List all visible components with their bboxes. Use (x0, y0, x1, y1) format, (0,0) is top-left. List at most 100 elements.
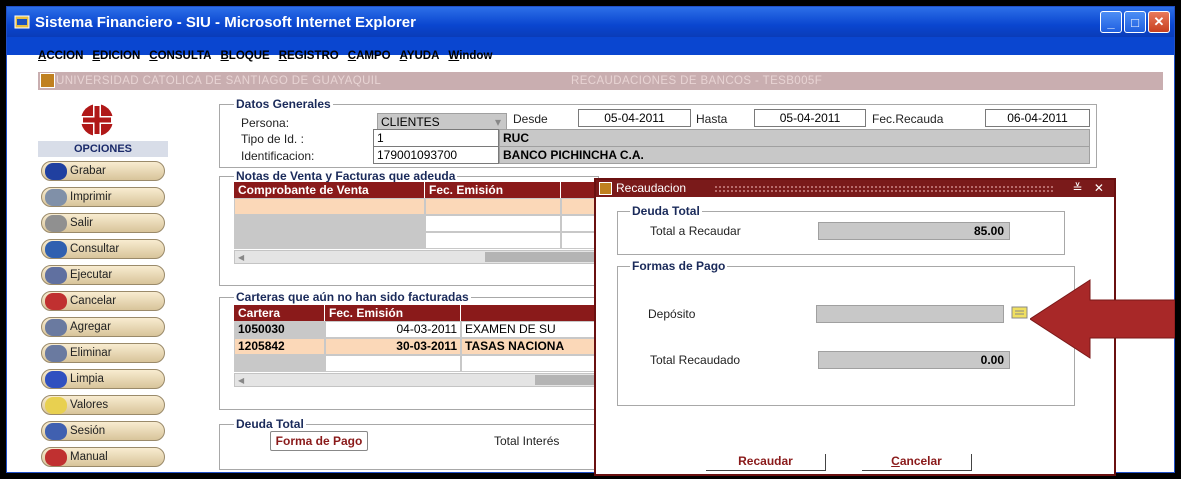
scroll-thumb[interactable] (535, 375, 596, 385)
total-recaudado-label: Total Recaudado (650, 353, 741, 367)
notas-hscrollbar[interactable]: ◀ (234, 250, 597, 264)
desde-label: Desde (513, 112, 548, 126)
ejecutar-button[interactable]: Ejecutar (41, 265, 165, 285)
window-titlebar[interactable]: Sistema Financiero - SIU - Microsoft Int… (7, 7, 1174, 37)
app-icon (14, 15, 30, 29)
manual-icon (45, 449, 67, 466)
menu-bloque[interactable]: BLOQUE (220, 50, 269, 68)
datos-generales-title: Datos Generales (234, 97, 333, 111)
options-title: OPCIONES (38, 141, 168, 157)
carteras-hscrollbar[interactable]: ◀ (234, 373, 597, 387)
menu-campo[interactable]: CAMPO (348, 50, 391, 68)
imprimir-button[interactable]: Imprimir (41, 187, 165, 207)
form-icon (40, 73, 55, 88)
fecrecauda-field[interactable]: 06-04-2011 (985, 109, 1090, 127)
notas-col-extra (561, 182, 597, 199)
identificacion-name: BANCO PICHINCHA C.A. (499, 146, 1090, 164)
agregar-button[interactable]: Agregar (41, 317, 165, 337)
tipo-id-label: Tipo de Id. : (241, 132, 304, 146)
deposito-label: Depósito (648, 307, 696, 321)
deuda-total-title: Deuda Total (234, 417, 306, 431)
university-logo (80, 103, 114, 137)
scroll-left-icon[interactable]: ◀ (238, 253, 244, 262)
tipo-id-desc: RUC (499, 129, 1090, 147)
deposito-field[interactable] (816, 305, 1004, 323)
limpia-button[interactable]: Limpia (41, 369, 165, 389)
notas-cell[interactable] (234, 232, 425, 249)
menu-registro[interactable]: REGISTRO (279, 50, 339, 68)
menu-consulta[interactable]: CONSULTA (149, 50, 211, 68)
cancelar-button[interactable]: Cancelar (41, 291, 165, 311)
form-title-bar: UNIVERSIDAD CATOLICA DE SANTIAGO DE GUAY… (38, 72, 1163, 90)
clear-icon (45, 371, 67, 388)
recaudar-button[interactable]: Recaudar (706, 454, 826, 471)
desde-field[interactable]: 05-04-2011 (578, 109, 691, 127)
sesion-button[interactable]: Sesión (41, 421, 165, 441)
dialog-titlebar[interactable]: Recaudacion ≚ ✕ (596, 180, 1114, 197)
dialog-deuda-title: Deuda Total (630, 204, 702, 218)
forma-de-pago-button[interactable]: Forma de Pago (270, 431, 368, 451)
manual-button[interactable]: Manual (41, 447, 165, 467)
fecrecauda-label: Fec.Recauda (872, 112, 944, 126)
add-icon (45, 319, 67, 336)
chevron-down-icon: ▾ (494, 115, 501, 129)
menu-ayuda[interactable]: AYUDA (400, 50, 440, 68)
query-icon (45, 241, 67, 258)
menu-accion[interactable]: ACCION (38, 50, 83, 68)
identificacion-label: Identificacion: (241, 149, 315, 163)
table-cell-desc[interactable]: EXAMEN DE SU (461, 321, 597, 338)
cancel-icon (45, 293, 67, 310)
carteras-col-fecha: Fec. Emisión (325, 305, 460, 322)
options-sidebar: OPCIONES Grabar Imprimir Salir Consultar… (38, 92, 168, 467)
total-recaudado-field: 0.00 (818, 351, 1010, 369)
scroll-thumb[interactable] (485, 252, 596, 262)
formas-pago-group (617, 266, 1075, 406)
hasta-field[interactable]: 05-04-2011 (754, 109, 866, 127)
notas-cell[interactable] (425, 232, 561, 249)
dialog-controls-icon[interactable]: ≚ ✕ (1073, 180, 1108, 197)
salir-button[interactable]: Salir (41, 213, 165, 233)
close-button[interactable]: ✕ (1148, 11, 1170, 33)
notas-cell[interactable] (234, 198, 425, 215)
eliminar-button[interactable]: Eliminar (41, 343, 165, 363)
tipo-id-field[interactable]: 1 (373, 129, 499, 147)
notepad-icon[interactable] (1011, 305, 1029, 320)
notas-cell[interactable] (561, 215, 597, 232)
consultar-button[interactable]: Consultar (41, 239, 165, 259)
menu-edicion[interactable]: EDICION (92, 50, 140, 68)
formas-pago-title: Formas de Pago (630, 259, 728, 273)
annotation-arrow-icon (1030, 279, 1175, 359)
table-cell[interactable] (234, 355, 325, 372)
valores-button[interactable]: Valores (41, 395, 165, 415)
notas-col-comprobante: Comprobante de Venta (234, 182, 424, 199)
notas-cell[interactable] (425, 215, 561, 232)
window-title: Sistema Financiero - SIU - Microsoft Int… (35, 13, 416, 31)
grabar-button[interactable]: Grabar (41, 161, 165, 181)
dialog-icon (599, 182, 612, 195)
table-cell-cartera[interactable]: 1050030 (234, 321, 325, 338)
dialog-title: Recaudacion (616, 181, 687, 195)
table-cell[interactable] (325, 355, 461, 372)
table-cell-desc[interactable]: TASAS NACIONA (461, 338, 597, 355)
cancelar-dialog-button[interactable]: Cancelar (862, 454, 972, 471)
scroll-left-icon[interactable]: ◀ (238, 376, 244, 385)
table-cell-fecha[interactable]: 30-03-2011 (325, 338, 461, 355)
table-cell[interactable] (461, 355, 597, 372)
minimize-button[interactable]: _ (1100, 11, 1122, 33)
table-cell-cartera[interactable]: 1205842 (234, 338, 325, 355)
table-cell-fecha[interactable]: 04-03-2011 (325, 321, 461, 338)
notas-cell[interactable] (425, 198, 561, 215)
persona-label: Persona: (241, 116, 290, 130)
titlebar-grip (714, 185, 1054, 192)
identificacion-field[interactable]: 179001093700 (373, 146, 499, 164)
execute-icon (45, 267, 67, 284)
maximize-button[interactable]: □ (1124, 11, 1146, 33)
exit-icon (45, 215, 67, 232)
notas-cell[interactable] (234, 215, 425, 232)
notas-cell[interactable] (561, 198, 597, 215)
hasta-label: Hasta (696, 112, 728, 126)
notas-cell[interactable] (561, 232, 597, 249)
menu-window[interactable]: Window (448, 50, 492, 68)
menu-bar: ACCION EDICION CONSULTA BLOQUE REGISTRO … (38, 50, 492, 68)
delete-icon (45, 345, 67, 362)
